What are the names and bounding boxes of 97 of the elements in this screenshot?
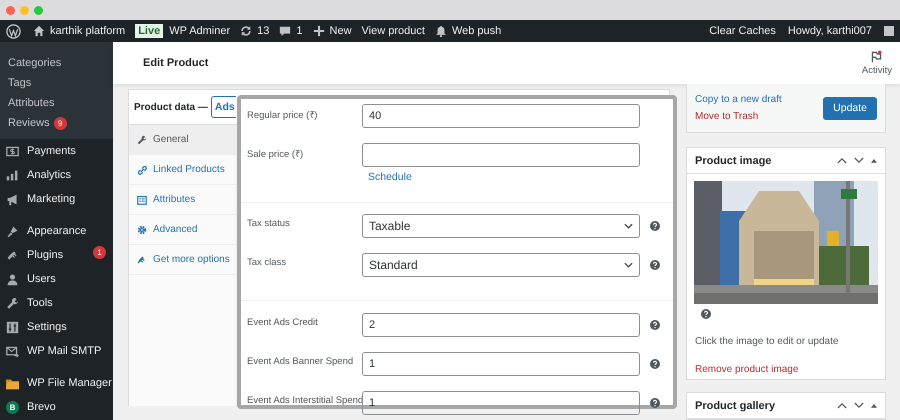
toolbar-link[interactable]: New [330, 25, 352, 37]
chevron-down-icon [624, 262, 633, 268]
dropdown[interactable]: Standard [362, 253, 640, 277]
toolbar-link[interactable]: Clear Caches [709, 25, 776, 37]
copy-draft-link[interactable]: Copy to a new draft [695, 94, 782, 105]
submenu-item[interactable]: Categories [8, 57, 62, 69]
triangle-up-icon[interactable] [871, 403, 877, 408]
plus-icon[interactable] [312, 25, 325, 37]
panel-tab[interactable]: Linked Products [129, 155, 236, 185]
dropdown[interactable]: Taxable [362, 214, 640, 238]
box-title: Product image [695, 154, 772, 166]
live-badge: Live [135, 24, 164, 38]
wrench-icon [6, 296, 19, 310]
chevron-down-icon[interactable] [854, 157, 864, 164]
field-label: Tax status [246, 217, 291, 229]
sliders-icon [6, 320, 19, 334]
plug-icon [137, 254, 147, 264]
field-label: Event Ads Banner Spend [246, 355, 354, 367]
submenu-item[interactable]: Tags [8, 77, 32, 89]
close-dot[interactable] [6, 6, 15, 14]
help-icon[interactable] [650, 398, 660, 408]
field-label: Sale price (₹) [246, 148, 304, 160]
envelope-icon [6, 344, 19, 358]
wordpress-logo-icon[interactable] [6, 24, 21, 38]
input-field[interactable] [362, 143, 640, 167]
menu-item[interactable]: Tools [27, 297, 53, 309]
menu-item[interactable]: WP Mail SMTP [27, 345, 102, 357]
brand-logo: B [6, 400, 19, 414]
folder-icon [6, 376, 19, 390]
help-icon[interactable] [650, 359, 660, 369]
menu-item[interactable]: Settings [27, 321, 67, 333]
chevron-up-icon[interactable] [837, 402, 847, 409]
help-icon[interactable] [650, 260, 660, 270]
panel-tab[interactable]: Attributes [129, 185, 236, 215]
box-title: Product gallery [695, 400, 776, 412]
menu-item[interactable]: Marketing [27, 193, 76, 205]
menu-item[interactable]: Users [27, 273, 56, 285]
paintbrush-icon [6, 224, 19, 238]
wrench-icon [137, 134, 147, 144]
panel-tab[interactable]: Get more options [129, 245, 236, 275]
image-hint: Click the image to edit or update [695, 336, 840, 347]
home-icon[interactable] [33, 25, 45, 37]
maximize-dot[interactable] [34, 6, 43, 14]
update-button[interactable]: Update [823, 96, 877, 120]
input-field[interactable]: 1 [362, 352, 640, 376]
chevron-down-icon[interactable] [854, 402, 864, 409]
schedule-link[interactable]: Schedule [368, 171, 673, 183]
submenu-item[interactable]: Reviews [8, 117, 50, 129]
menu-item[interactable]: Analytics [27, 169, 72, 181]
person-icon [6, 272, 19, 286]
product-type-dropdown[interactable]: Ads [210, 96, 236, 118]
toolbar-link[interactable]: Howdy, karthi007 [788, 25, 872, 37]
chevron-up-icon[interactable] [837, 157, 847, 164]
count-badge: 9 [54, 116, 67, 130]
toolbar-link[interactable]: WP Adminer [169, 25, 230, 37]
chevron-down-icon [624, 223, 633, 229]
submenu-item[interactable]: Attributes [8, 97, 54, 109]
panel-tab[interactable]: Advanced [129, 215, 236, 245]
toolbar-link[interactable]: 1 [296, 25, 303, 37]
bar-chart-icon [6, 168, 19, 182]
bell-icon[interactable] [434, 25, 447, 37]
panel-tab[interactable]: General [129, 125, 236, 155]
toolbar-link[interactable]: Web push [452, 25, 502, 37]
panel-title: Product data — [134, 102, 208, 112]
input-field[interactable]: 1 [362, 391, 640, 415]
menu-item[interactable]: WP File Manager [27, 377, 112, 389]
toolbar-link[interactable]: View product [362, 25, 425, 37]
dollar-icon [6, 144, 19, 158]
input-field[interactable]: 2 [362, 313, 640, 337]
count-badge: 1 [93, 246, 106, 259]
minimize-dot[interactable] [20, 6, 29, 14]
menu-item[interactable]: Plugins [27, 249, 64, 261]
input-field[interactable]: 40 [362, 104, 640, 128]
megaphone-icon [6, 192, 19, 206]
remove-image-link[interactable]: Remove product image [695, 364, 798, 375]
comment-icon[interactable] [279, 25, 292, 37]
trash-link[interactable]: Move to Trash [695, 111, 782, 122]
help-icon[interactable] [701, 309, 711, 319]
page-title: Edit Product [143, 57, 210, 69]
field-label: Regular price (₹) [246, 109, 318, 121]
menu-item[interactable]: Payments [27, 145, 76, 157]
help-icon[interactable] [650, 221, 660, 231]
field-label: Event Ads Credit [246, 316, 319, 328]
plug-icon [6, 248, 19, 262]
triangle-up-icon[interactable] [871, 158, 877, 163]
link-icon [137, 164, 147, 174]
menu-item[interactable]: Brevo [27, 401, 56, 413]
toolbar-link[interactable]: 13 [257, 25, 270, 37]
site-name-link[interactable]: karthik platform [50, 25, 126, 37]
gear-icon [137, 224, 147, 234]
flag-icon [870, 50, 884, 63]
help-icon[interactable] [650, 320, 660, 330]
menu-item[interactable]: Appearance [27, 225, 86, 237]
list-icon [137, 194, 147, 204]
field-label: Tax class [246, 256, 288, 268]
activity-button[interactable]: Activity [862, 50, 892, 76]
refresh-icon[interactable] [240, 25, 252, 37]
